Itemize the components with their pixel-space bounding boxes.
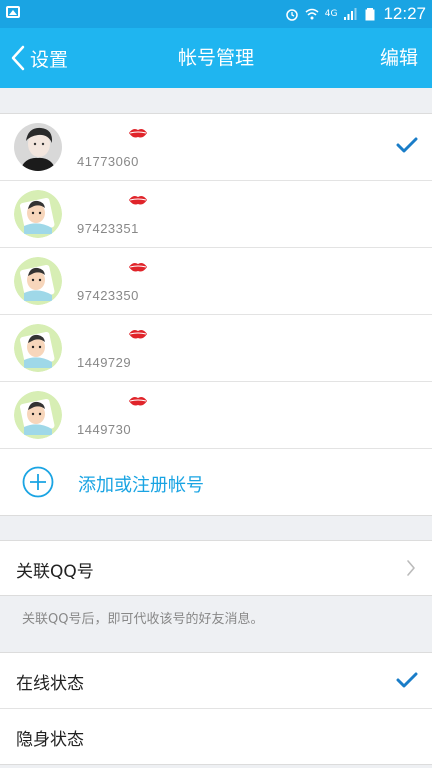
add-account-label: 添加或注册帐号 (78, 475, 204, 496)
wifi-icon (305, 8, 319, 20)
back-button[interactable]: 设置 (10, 28, 68, 88)
avatar (14, 391, 62, 439)
kiss-lips-icon (129, 196, 147, 205)
account-number: 1449730 (77, 422, 132, 437)
account-row[interactable]: 41773060 (0, 114, 432, 181)
avatar (14, 190, 62, 238)
status-bar: 4G 12:27 (0, 0, 432, 28)
add-account-button[interactable]: 添加或注册帐号 (0, 449, 432, 515)
avatar (14, 123, 62, 171)
check-icon (396, 137, 418, 153)
invisible-status-option[interactable]: 隐身状态 (0, 709, 432, 764)
link-qq-label: 关联QQ号 (16, 562, 94, 582)
back-label: 设置 (30, 48, 69, 71)
account-number: 41773060 (77, 154, 139, 169)
kiss-lips-icon (129, 397, 147, 406)
chevron-right-icon (407, 560, 415, 576)
kiss-lips-icon (129, 330, 147, 339)
chevron-left-icon (11, 45, 25, 71)
kiss-lips-icon (129, 263, 147, 272)
nav-bar: 设置 帐号管理 编辑 (0, 28, 432, 88)
avatar (14, 257, 62, 305)
account-row[interactable]: 1449729 (0, 315, 432, 382)
signal-icon (344, 8, 357, 20)
account-row[interactable]: 97423350 (0, 248, 432, 315)
battery-icon (365, 8, 375, 21)
account-row[interactable]: 1449730 (0, 382, 432, 449)
link-qq-row[interactable]: 关联QQ号 (0, 540, 432, 596)
check-icon (396, 672, 418, 688)
status-label: 隐身状态 (16, 730, 84, 750)
link-qq-hint: 关联QQ号后，即可代收该号的好友消息。 (22, 612, 264, 627)
account-number: 1449729 (77, 355, 132, 370)
kiss-lips-icon (129, 129, 147, 138)
status-label: 在线状态 (16, 674, 84, 694)
plus-circle-icon (22, 466, 54, 498)
avatar (14, 324, 62, 372)
account-number: 97423351 (77, 221, 139, 236)
network-type: 4G (324, 9, 338, 19)
edit-button[interactable]: 编辑 (380, 28, 418, 88)
clock: 12:27 (383, 4, 426, 23)
status-options: 在线状态 隐身状态 (0, 652, 432, 765)
account-number: 97423350 (77, 288, 139, 303)
account-row[interactable]: 97423351 (0, 181, 432, 248)
alarm-icon (286, 9, 298, 21)
gallery-notification-icon (6, 6, 20, 18)
account-list: 41773060 97423351 97423350 1449729 14497… (0, 113, 432, 516)
online-status-option[interactable]: 在线状态 (0, 653, 432, 709)
